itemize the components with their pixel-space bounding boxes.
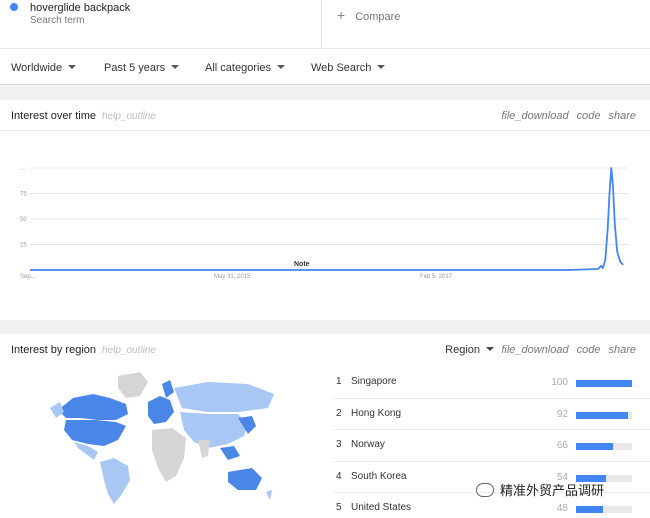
region-row[interactable]: 2 Hong Kong 92 [333, 399, 650, 430]
plus-icon: + [337, 7, 346, 23]
region-bar-track [576, 380, 632, 387]
map-region-india [198, 440, 210, 458]
y-tick-label: 25 [20, 243, 27, 249]
category-dropdown[interactable]: All categories [205, 62, 286, 74]
map-region-russia [174, 382, 274, 412]
period-label: Past 5 years [104, 62, 166, 74]
map-region-canada [58, 394, 128, 420]
category-label: All categories [205, 62, 272, 74]
property-dropdown[interactable]: Web Search [311, 62, 386, 74]
search-term-bar: hoverglide backpack Search term + Compare [0, 0, 650, 48]
period-dropdown[interactable]: Past 5 years [104, 62, 180, 74]
region-bar-track [576, 506, 632, 513]
search-term-box[interactable]: hoverglide backpack Search term [0, 0, 321, 48]
card-title: Interest by region help_outline [11, 344, 156, 356]
filter-bar: Worldwide Past 5 years All categories We… [0, 48, 650, 85]
chart-note: Note [294, 261, 310, 268]
world-map[interactable] [48, 368, 278, 508]
card-title: Interest over time help_outline [11, 110, 156, 122]
map-region-norway [162, 380, 174, 398]
y-tick-label: ... [20, 166, 25, 172]
x-tick-label: May 31, 2015 [214, 274, 251, 280]
region-rank: 5 [336, 502, 342, 513]
help-icon[interactable]: help_outline [102, 111, 156, 122]
x-tick-label: Feb 5, 2017 [420, 274, 453, 280]
region-name: Singapore [351, 376, 397, 387]
caret-down-icon [171, 65, 180, 69]
search-term-name[interactable]: hoverglide backpack [30, 2, 130, 14]
location-dropdown[interactable]: Worldwide [11, 62, 77, 74]
region-name: Norway [351, 439, 385, 450]
region-value: 66 [556, 440, 568, 451]
region-rank: 1 [336, 376, 342, 387]
map-region-alaska [50, 402, 64, 418]
watermark-text: 精准外贸产品调研 [500, 483, 605, 498]
region-value: 100 [551, 377, 568, 388]
resolution-label: Region [445, 344, 480, 356]
map-region-new-zealand [266, 490, 272, 500]
compare-label: Compare [355, 11, 401, 23]
map-region-united-states [64, 420, 126, 446]
search-term-type: Search term [30, 15, 85, 26]
card-actions: file_download code share [493, 110, 636, 122]
map-region-africa [152, 428, 186, 482]
compare-button[interactable]: + Compare [337, 7, 400, 23]
watermark: 精准外贸产品调研 [476, 480, 604, 499]
region-rank: 4 [336, 470, 342, 482]
code-icon[interactable]: code [577, 110, 601, 122]
term-color-dot [10, 3, 18, 11]
region-bar-track [576, 443, 632, 450]
code-icon[interactable]: code [577, 344, 601, 356]
download-icon[interactable]: file_download [501, 110, 568, 122]
region-value: 48 [556, 503, 568, 514]
card-actions: file_download code share [493, 344, 636, 356]
location-label: Worldwide [11, 62, 63, 74]
region-rank: 2 [336, 407, 342, 419]
caret-down-icon [277, 65, 286, 69]
map-region-asia [180, 412, 248, 448]
map-region-australia [228, 468, 262, 490]
map-region-south-america [100, 458, 130, 504]
region-name: Hong Kong [351, 407, 402, 419]
share-icon[interactable]: share [608, 344, 636, 356]
x-tick-label: Sep... [20, 274, 36, 280]
region-bar [576, 411, 628, 419]
region-row[interactable]: 3 Norway 66 [333, 430, 650, 462]
map-region-greenland [118, 372, 148, 398]
region-value: 92 [556, 408, 568, 420]
region-name: South Korea [351, 470, 407, 482]
divider [321, 0, 322, 48]
region-row[interactable]: 1 Singapore 100 [333, 367, 650, 399]
caret-down-icon [377, 65, 386, 69]
resolution-dropdown[interactable]: Region [445, 344, 494, 356]
interest-over-time-chart[interactable]: ... 75 50 25 Sep... May 31, 2015 Feb 5, 2017 No… [0, 131, 650, 320]
wechat-icon [476, 483, 494, 497]
help-icon[interactable]: help_outline [102, 345, 156, 356]
region-bar [576, 443, 613, 450]
property-label: Web Search [311, 62, 372, 74]
interest-over-time-title: Interest over time [11, 110, 96, 122]
map-region-southeast-asia [220, 446, 240, 460]
download-icon[interactable]: file_download [501, 344, 568, 356]
interest-over-time-card: Interest over time help_outline file_down… [0, 100, 650, 320]
region-rank: 3 [336, 439, 342, 450]
y-tick-label: 75 [20, 192, 27, 198]
region-bar-track [576, 411, 632, 419]
map-region-europe [148, 396, 174, 424]
interest-by-region-title: Interest by region [11, 344, 96, 356]
share-icon[interactable]: share [608, 110, 636, 122]
y-tick-label: 50 [20, 217, 27, 223]
region-bar [576, 380, 632, 387]
region-bar [576, 506, 603, 513]
caret-down-icon [68, 65, 77, 69]
region-name: United States [351, 502, 412, 513]
